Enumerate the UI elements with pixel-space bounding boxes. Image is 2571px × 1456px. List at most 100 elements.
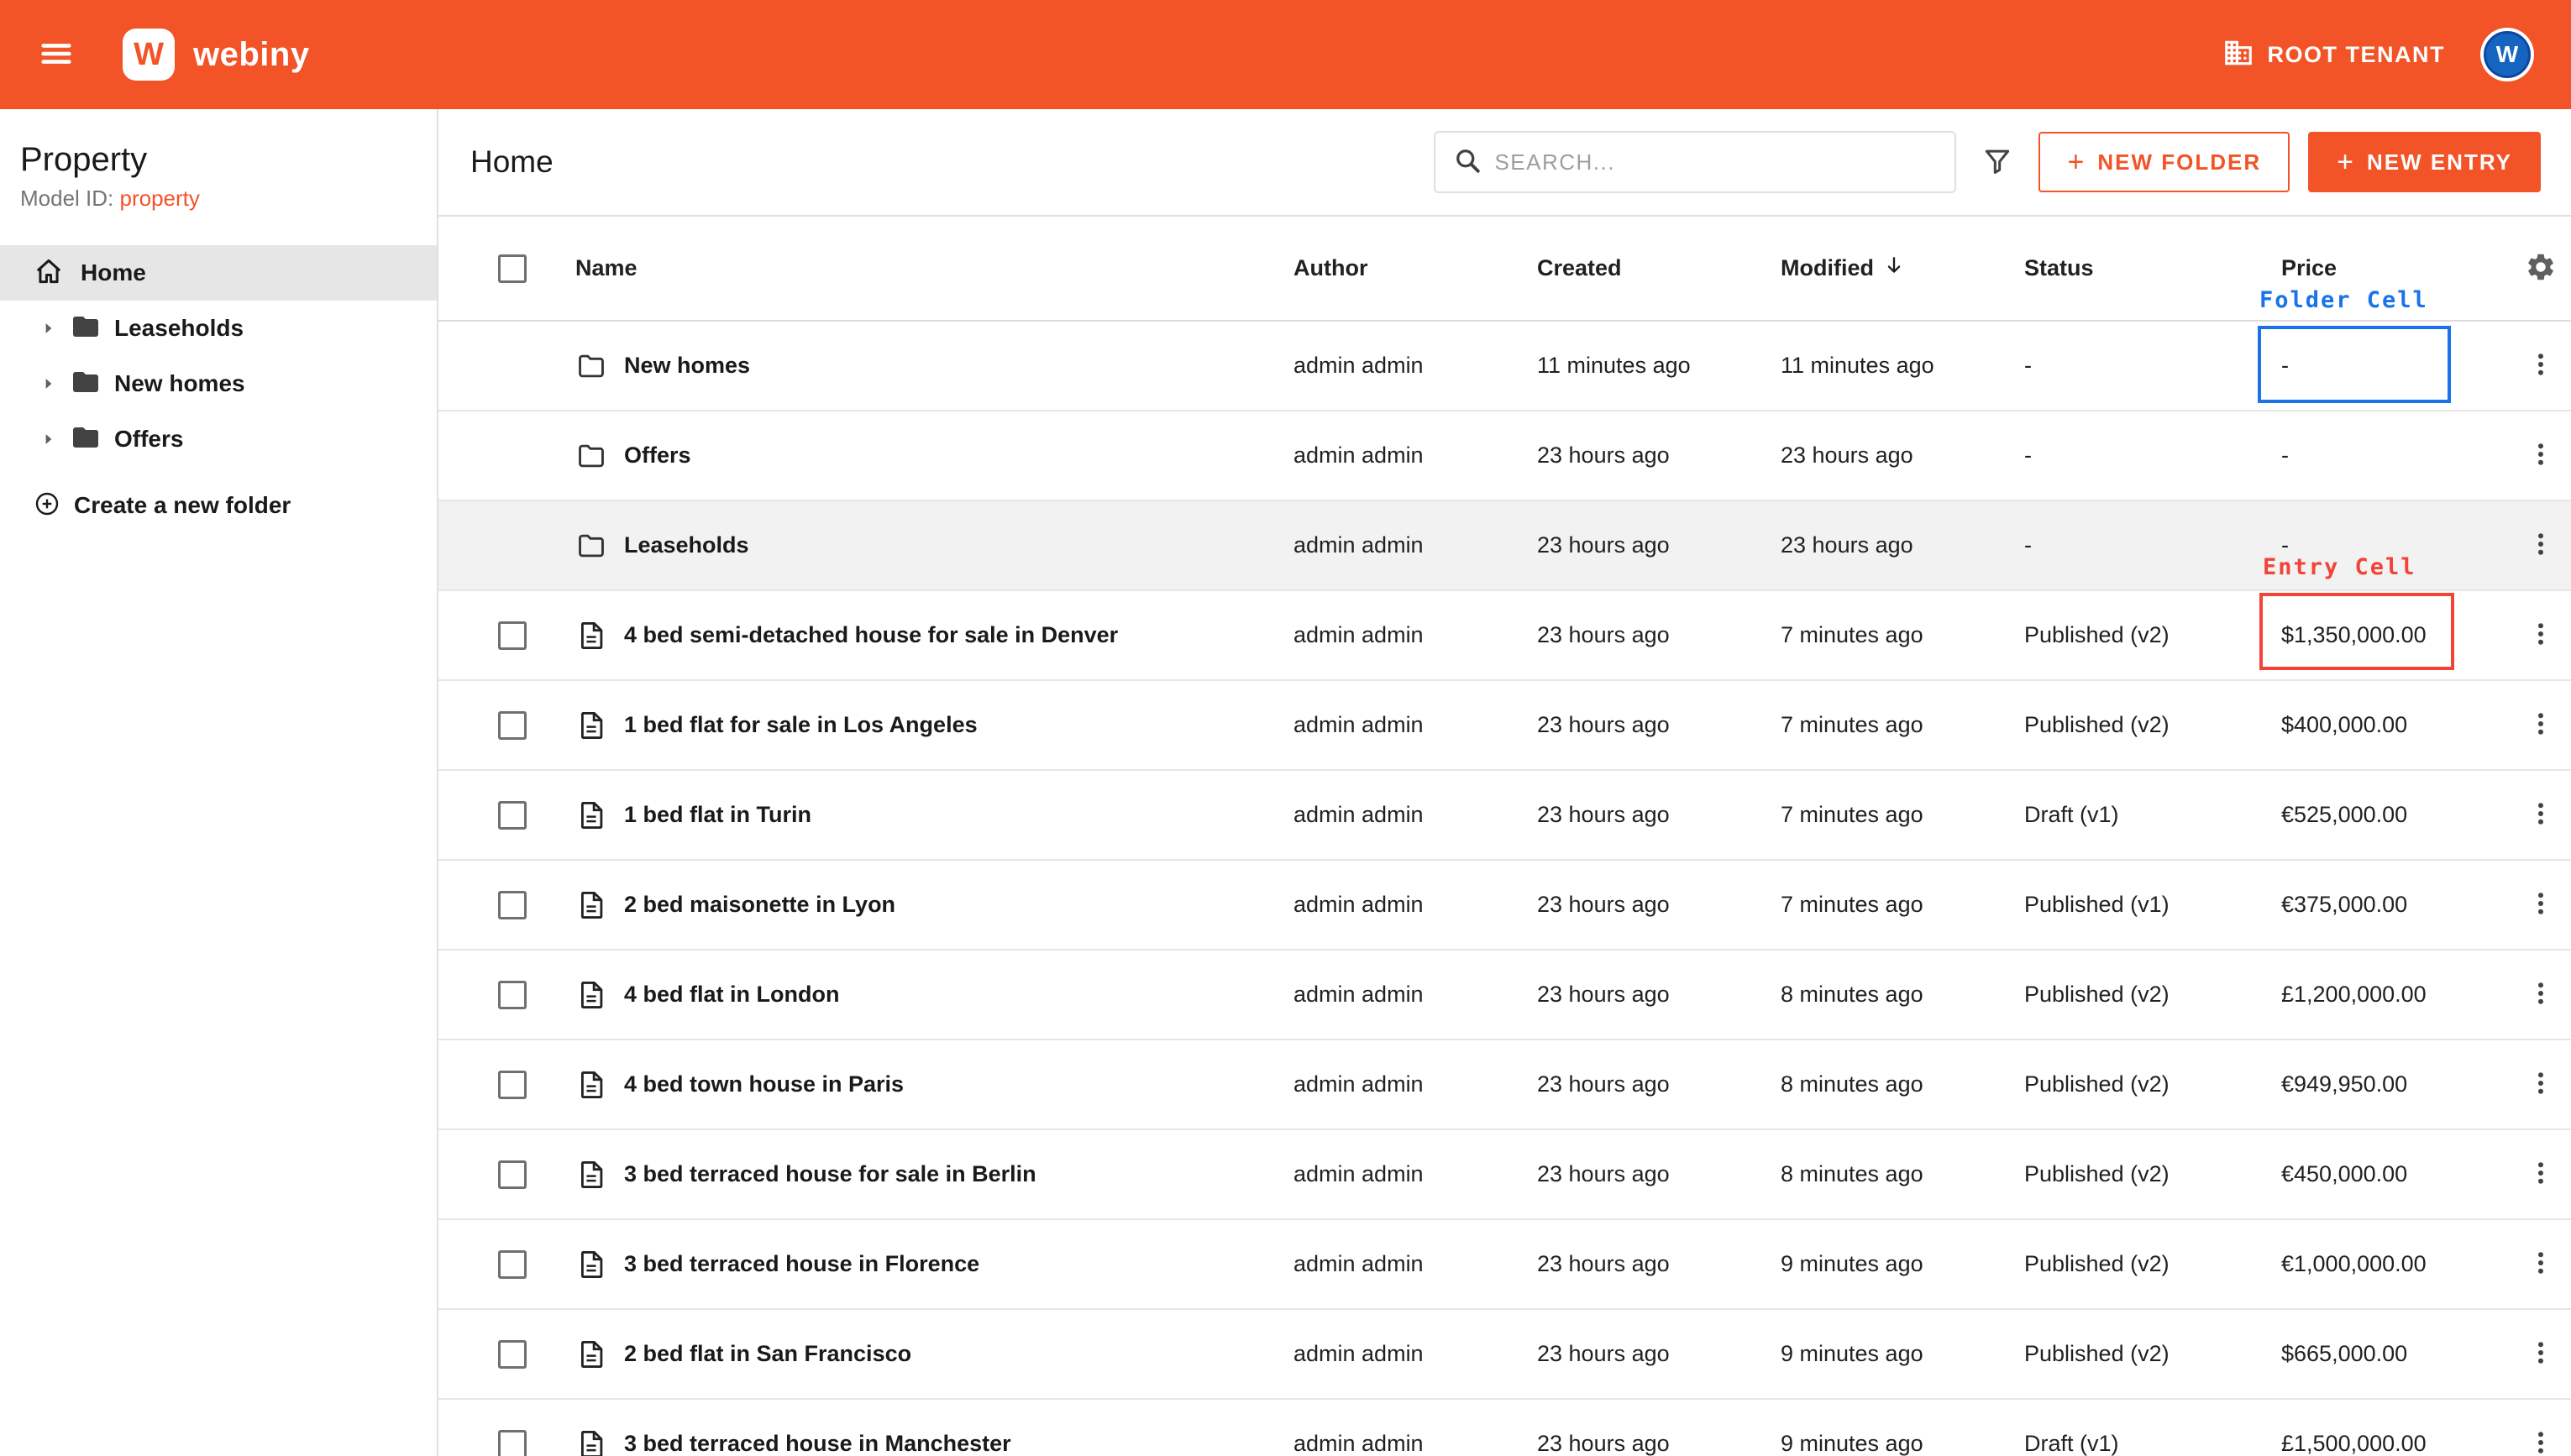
row-created: 23 hours ago xyxy=(1537,982,1781,1008)
row-name: 3 bed terraced house in Manchester xyxy=(624,1431,1011,1456)
table-row[interactable]: 4 bed town house in Paris admin admin 23… xyxy=(438,1040,2571,1130)
folder-icon xyxy=(71,422,101,457)
webiny-logo-icon[interactable]: W xyxy=(123,29,175,81)
annotation-entry-cell-box xyxy=(2259,593,2454,670)
row-checkbox[interactable] xyxy=(498,711,527,740)
chevron-right-icon[interactable] xyxy=(40,375,57,392)
column-label: Author xyxy=(1293,255,1367,280)
sidebar-item-home[interactable]: Home xyxy=(0,245,437,301)
row-author: admin admin xyxy=(1293,353,1537,379)
row-status: - xyxy=(2024,532,2276,558)
table-row[interactable]: New homes admin admin 11 minutes ago 11 … xyxy=(438,322,2571,411)
search-input[interactable] xyxy=(1494,149,1938,175)
sidebar-item-leaseholds[interactable]: Leaseholds xyxy=(0,301,437,356)
row-menu-button[interactable] xyxy=(2526,529,2556,562)
folder-icon xyxy=(575,350,607,382)
menu-button[interactable] xyxy=(37,34,76,76)
column-header-price[interactable]: Price xyxy=(2276,255,2511,281)
sidebar-item-new-homes[interactable]: New homes xyxy=(0,356,437,411)
row-menu-button[interactable] xyxy=(2526,888,2556,921)
row-checkbox[interactable] xyxy=(498,981,527,1009)
row-checkbox[interactable] xyxy=(498,1340,527,1369)
user-avatar[interactable]: W xyxy=(2480,28,2534,81)
annotation-folder-cell-label: Folder Cell xyxy=(2259,287,2428,313)
column-header-name[interactable]: Name xyxy=(554,255,1293,281)
table-row[interactable]: 1 bed flat in Turin admin admin 23 hours… xyxy=(438,771,2571,861)
document-icon xyxy=(575,979,607,1011)
row-checkbox[interactable] xyxy=(498,1160,527,1189)
table-row[interactable]: 3 bed terraced house in Manchester admin… xyxy=(438,1400,2571,1456)
document-icon xyxy=(575,1249,607,1281)
folder-icon xyxy=(575,440,607,472)
chevron-right-icon[interactable] xyxy=(40,320,57,337)
table-row[interactable]: 1 bed flat for sale in Los Angeles admin… xyxy=(438,681,2571,771)
row-checkbox[interactable] xyxy=(498,1430,527,1456)
column-header-status[interactable]: Status xyxy=(2024,255,2276,281)
row-checkbox[interactable] xyxy=(498,621,527,650)
row-menu-button[interactable] xyxy=(2526,1338,2556,1370)
table-row[interactable]: Offers admin admin 23 hours ago 23 hours… xyxy=(438,411,2571,501)
row-checkbox[interactable] xyxy=(498,1250,527,1279)
column-settings-button[interactable] xyxy=(2525,251,2557,285)
column-header-modified[interactable]: Modified xyxy=(1781,254,2024,283)
table-row[interactable]: 3 bed terraced house in Florence admin a… xyxy=(438,1220,2571,1310)
row-checkbox[interactable] xyxy=(498,1071,527,1099)
row-name: 2 bed flat in San Francisco xyxy=(624,1341,911,1367)
table-row[interactable]: Leaseholds admin admin 23 hours ago 23 h… xyxy=(438,501,2571,591)
row-menu-button[interactable] xyxy=(2526,1427,2556,1456)
kebab-icon xyxy=(2526,1427,2556,1456)
row-created: 23 hours ago xyxy=(1537,802,1781,828)
row-name: New homes xyxy=(624,353,750,379)
tenant-selector[interactable]: ROOT TENANT xyxy=(2222,37,2446,73)
column-header-author[interactable]: Author xyxy=(1293,255,1537,281)
row-created: 23 hours ago xyxy=(1537,622,1781,648)
sidebar: Property Model ID: property Home Leaseho… xyxy=(0,109,438,1456)
row-status: Published (v2) xyxy=(2024,712,2276,738)
table-row[interactable]: 4 bed flat in London admin admin 23 hour… xyxy=(438,951,2571,1040)
kebab-icon xyxy=(2526,529,2556,562)
row-price: £1,500,000.00 xyxy=(2276,1431,2511,1456)
row-created: 23 hours ago xyxy=(1537,1071,1781,1097)
row-menu-button[interactable] xyxy=(2526,349,2556,382)
select-all-checkbox[interactable] xyxy=(498,254,527,283)
table-row[interactable]: 2 bed maisonette in Lyon admin admin 23 … xyxy=(438,861,2571,951)
row-menu-button[interactable] xyxy=(2526,1248,2556,1281)
table-row[interactable]: 4 bed semi-detached house for sale in De… xyxy=(438,591,2571,681)
chevron-right-icon[interactable] xyxy=(40,431,57,448)
row-checkbox[interactable] xyxy=(498,801,527,830)
row-modified: 23 hours ago xyxy=(1781,443,2024,469)
document-icon xyxy=(575,889,607,921)
row-modified: 8 minutes ago xyxy=(1781,982,2024,1008)
table-row[interactable]: 2 bed flat in San Francisco admin admin … xyxy=(438,1310,2571,1400)
row-menu-button[interactable] xyxy=(2526,1068,2556,1101)
kebab-icon xyxy=(2526,1248,2556,1281)
row-menu-button[interactable] xyxy=(2526,1158,2556,1191)
row-menu-button[interactable] xyxy=(2526,799,2556,831)
new-entry-button[interactable]: + NEW ENTRY xyxy=(2308,132,2541,192)
row-status: Draft (v1) xyxy=(2024,1431,2276,1456)
table-row[interactable]: 3 bed terraced house for sale in Berlin … xyxy=(438,1130,2571,1220)
document-icon xyxy=(575,1338,607,1370)
row-status: Published (v1) xyxy=(2024,892,2276,918)
row-author: admin admin xyxy=(1293,1251,1537,1277)
row-modified: 8 minutes ago xyxy=(1781,1161,2024,1187)
row-created: 23 hours ago xyxy=(1537,1431,1781,1456)
filter-button[interactable] xyxy=(1981,145,2013,180)
row-price: $665,000.00 xyxy=(2276,1341,2511,1367)
column-header-created[interactable]: Created xyxy=(1537,255,1781,281)
create-folder-button[interactable]: Create a new folder xyxy=(0,480,437,531)
row-created: 23 hours ago xyxy=(1537,1161,1781,1187)
annotation-folder-cell-box xyxy=(2258,326,2451,403)
kebab-icon xyxy=(2526,709,2556,741)
row-price: €525,000.00 xyxy=(2276,802,2511,828)
row-modified: 9 minutes ago xyxy=(1781,1341,2024,1367)
row-menu-button[interactable] xyxy=(2526,978,2556,1011)
row-checkbox[interactable] xyxy=(498,891,527,919)
new-folder-button[interactable]: + NEW FOLDER xyxy=(2038,132,2290,192)
row-menu-button[interactable] xyxy=(2526,439,2556,472)
row-menu-button[interactable] xyxy=(2526,619,2556,652)
plus-icon: + xyxy=(2067,148,2086,176)
row-author: admin admin xyxy=(1293,1161,1537,1187)
row-menu-button[interactable] xyxy=(2526,709,2556,741)
sidebar-item-offers[interactable]: Offers xyxy=(0,411,437,467)
